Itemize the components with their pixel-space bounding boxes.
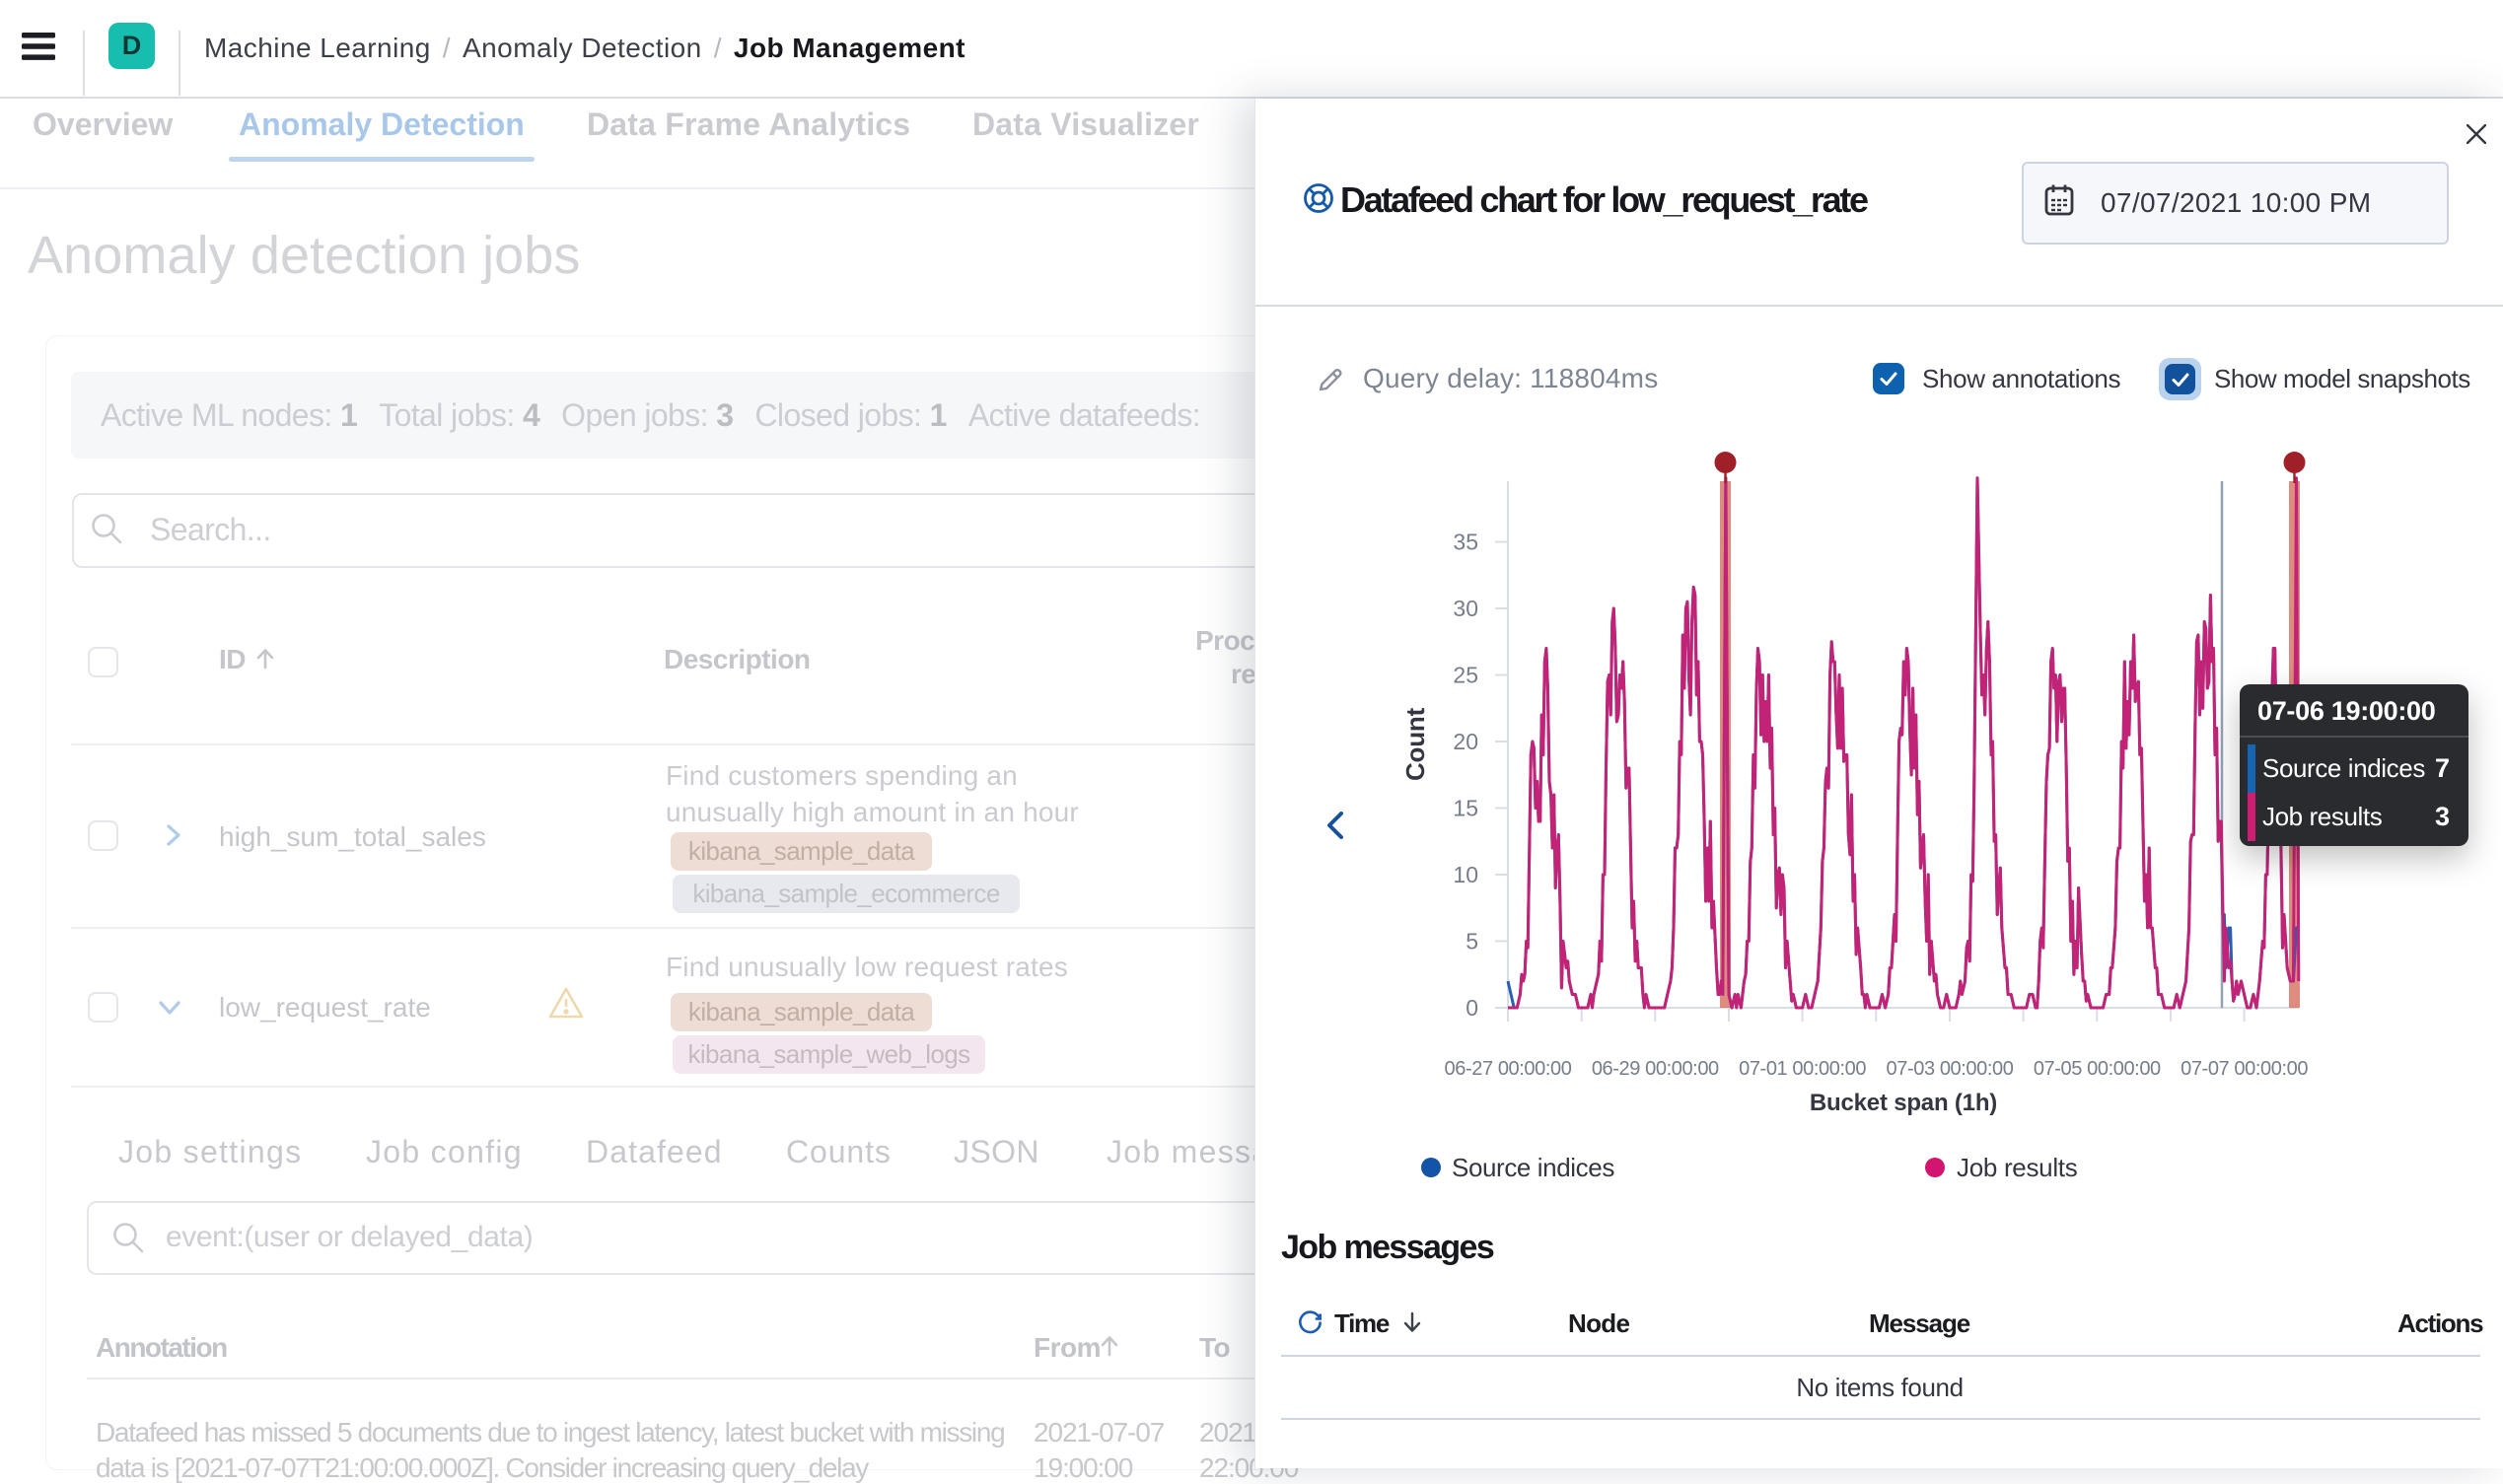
svg-text:07-07 00:00:00: 07-07 00:00:00 (2181, 1058, 2308, 1080)
svg-text:06-27 00:00:00: 06-27 00:00:00 (1445, 1058, 1572, 1080)
svg-text:35: 35 (1453, 530, 1478, 555)
svg-text:06-29 00:00:00: 06-29 00:00:00 (1592, 1058, 1719, 1080)
svg-text:15: 15 (1453, 796, 1478, 821)
svg-text:20: 20 (1453, 729, 1478, 754)
svg-text:Bucket span (1h): Bucket span (1h) (1810, 1090, 1997, 1116)
svg-text:30: 30 (1453, 596, 1478, 621)
svg-text:Count: Count (1400, 707, 1430, 781)
svg-text:10: 10 (1453, 862, 1478, 887)
svg-text:0: 0 (1466, 995, 1478, 1021)
svg-text:07-05 00:00:00: 07-05 00:00:00 (2034, 1058, 2161, 1080)
svg-text:07-01 00:00:00: 07-01 00:00:00 (1739, 1058, 1866, 1080)
svg-text:07-03 00:00:00: 07-03 00:00:00 (1887, 1058, 2014, 1080)
svg-text:25: 25 (1453, 663, 1478, 688)
svg-text:5: 5 (1466, 929, 1478, 954)
